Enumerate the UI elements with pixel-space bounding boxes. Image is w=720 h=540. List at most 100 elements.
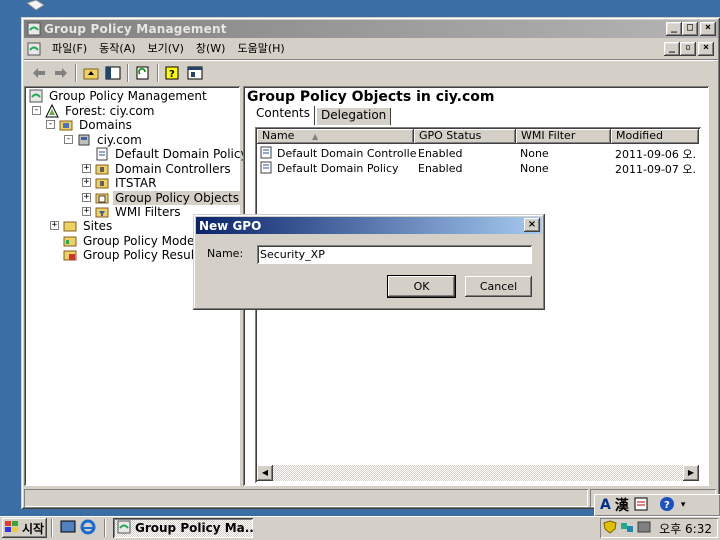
wmi-folder-icon <box>94 204 110 219</box>
ou-folder-icon <box>94 175 110 190</box>
tree-item-default-domain-policy[interactable]: Default Domain Policy <box>94 146 250 161</box>
domain-icon <box>76 132 92 147</box>
start-button[interactable]: 시작 <box>2 518 47 538</box>
up-level-button[interactable] <box>80 63 102 83</box>
sort-ascending-icon: ▲ <box>311 132 319 141</box>
column-header-wmi-filter[interactable]: WMI Filter <box>516 129 611 144</box>
language-bar: A 漢 ? ▾ <box>594 494 720 516</box>
tree-item-domains[interactable]: - Domains <box>46 117 134 132</box>
toolbar-divider <box>75 64 77 82</box>
help-icon: ? <box>165 66 179 80</box>
tree-label-selected: Group Policy Objects <box>113 190 242 205</box>
collapse-toggle[interactable]: - <box>32 106 41 115</box>
mdi-minimize-button[interactable]: _ <box>664 42 680 56</box>
tree-label: Group Policy Management <box>49 88 207 103</box>
windows-logo-icon <box>5 520 19 536</box>
ok-button[interactable]: OK <box>387 275 456 298</box>
cell-modified: 2011-09-06 오... <box>615 147 695 161</box>
collapse-toggle[interactable]: - <box>46 120 55 129</box>
internet-explorer-icon[interactable] <box>80 519 96 538</box>
taskbar-divider <box>104 519 106 537</box>
tree-item-group-policy-objects[interactable]: + Group Policy Objects <box>82 190 242 205</box>
tree-item-sites[interactable]: + Sites <box>50 218 114 233</box>
menu-action[interactable]: 동작(A) <box>93 40 141 58</box>
gpo-icon <box>259 161 275 177</box>
tree-item-forest[interactable]: - Forest: ciy.com <box>32 103 156 118</box>
menu-view[interactable]: 보기(V) <box>142 40 190 58</box>
taskbar: 시작 Group Policy Ma... 오후 6:32 <box>0 516 720 540</box>
help-button[interactable]: ? <box>162 63 184 83</box>
mdi-close-button[interactable]: × <box>698 42 714 56</box>
show-hide-tree-button[interactable] <box>102 63 124 83</box>
dialog-titlebar[interactable]: New GPO × <box>196 217 542 234</box>
expand-toggle[interactable]: + <box>50 221 59 230</box>
refresh-button[interactable] <box>132 63 154 83</box>
tree-item-domain-ciy[interactable]: - ciy.com <box>64 132 144 147</box>
gpo-name-input[interactable]: Security_XP <box>257 245 532 264</box>
window-titlebar[interactable]: Group Policy Management _ □ × <box>24 20 718 38</box>
tree-item-wmi-filters[interactable]: + WMI Filters <box>82 204 183 219</box>
tab-contents[interactable]: Contents <box>251 105 315 125</box>
menubar: 파일(F) 동작(A) 보기(V) 창(W) 도움말(H) _ ▫ × <box>24 39 718 59</box>
help-circle-icon[interactable]: ? <box>659 496 675 515</box>
close-button[interactable]: × <box>700 22 716 36</box>
desktop-folder-icon[interactable] <box>24 0 46 16</box>
column-header-gpo-status[interactable]: GPO Status <box>414 129 516 144</box>
forward-button[interactable] <box>50 63 72 83</box>
minimize-button[interactable]: _ <box>666 22 682 36</box>
tab-delegation[interactable]: Delegation <box>315 107 392 125</box>
scroll-left-button[interactable]: ◀ <box>257 465 273 481</box>
cancel-button[interactable]: Cancel <box>465 276 532 297</box>
table-row[interactable]: Default Domain Controllers P... Enabled … <box>259 146 695 161</box>
expand-toggle[interactable]: + <box>82 164 91 173</box>
start-label: 시작 <box>22 521 45 536</box>
expand-toggle[interactable]: + <box>82 193 91 202</box>
mdi-restore-button[interactable]: ▫ <box>680 42 696 56</box>
console-tree-icon <box>105 66 121 80</box>
folder-up-icon <box>83 68 99 80</box>
toolbar-divider <box>127 64 129 82</box>
horizontal-scrollbar[interactable]: ◀ ▶ <box>257 465 699 481</box>
mdi-window-icon[interactable] <box>26 42 42 56</box>
tree-item-itstar[interactable]: + ITSTAR <box>82 175 158 190</box>
scroll-track[interactable] <box>273 465 683 481</box>
tree-label: Group Policy Results <box>83 247 206 262</box>
cell-name: Default Domain Policy <box>277 162 399 175</box>
quick-launch <box>60 519 96 538</box>
security-shield-icon[interactable] <box>603 519 617 537</box>
show-desktop-icon[interactable] <box>60 519 76 538</box>
menu-file[interactable]: 파일(F) <box>46 40 93 58</box>
table-row[interactable]: Default Domain Policy Enabled None 2011-… <box>259 161 695 176</box>
scroll-right-button[interactable]: ▶ <box>683 465 699 481</box>
tree-item-gpm-root[interactable]: Group Policy Management <box>28 88 209 103</box>
hanja-mode[interactable]: 漢 <box>615 495 629 515</box>
back-button[interactable] <box>28 63 50 83</box>
tree-item-domain-controllers[interactable]: + Domain Controllers <box>82 161 233 176</box>
column-header-name[interactable]: Name ▲ <box>257 129 414 144</box>
ime-pad-icon[interactable] <box>633 496 649 515</box>
dialog-close-button[interactable]: × <box>524 218 540 232</box>
clock[interactable]: 오후 6:32 <box>659 520 712 537</box>
menu-window[interactable]: 창(W) <box>190 40 232 58</box>
collapse-toggle[interactable]: - <box>64 135 73 144</box>
volume-icon[interactable] <box>637 520 651 537</box>
tree-label: ciy.com <box>97 132 142 147</box>
maximize-button[interactable]: □ <box>682 22 698 36</box>
input-mode-a[interactable]: A <box>600 497 611 513</box>
cell-wmi: None <box>520 162 549 175</box>
pane-title: Group Policy Objects in ciy.com <box>247 89 495 105</box>
gpo-link-icon <box>94 146 110 161</box>
dialog-title: New GPO <box>199 218 262 233</box>
langbar-options-icon[interactable]: ▾ <box>681 500 686 510</box>
refresh-icon <box>136 66 149 80</box>
cell-status: Enabled <box>418 162 463 175</box>
gpm-root-icon <box>28 88 44 103</box>
network-icon[interactable] <box>620 520 634 537</box>
properties-button[interactable] <box>184 63 206 83</box>
tree-item-gp-results[interactable]: Group Policy Results <box>62 247 207 262</box>
column-header-modified[interactable]: Modified <box>611 129 699 144</box>
menu-help[interactable]: 도움말(H) <box>231 40 290 58</box>
expand-toggle[interactable]: + <box>82 178 91 187</box>
taskbar-button-gpmc[interactable]: Group Policy Ma... <box>113 518 253 538</box>
expand-toggle[interactable]: + <box>82 207 91 216</box>
